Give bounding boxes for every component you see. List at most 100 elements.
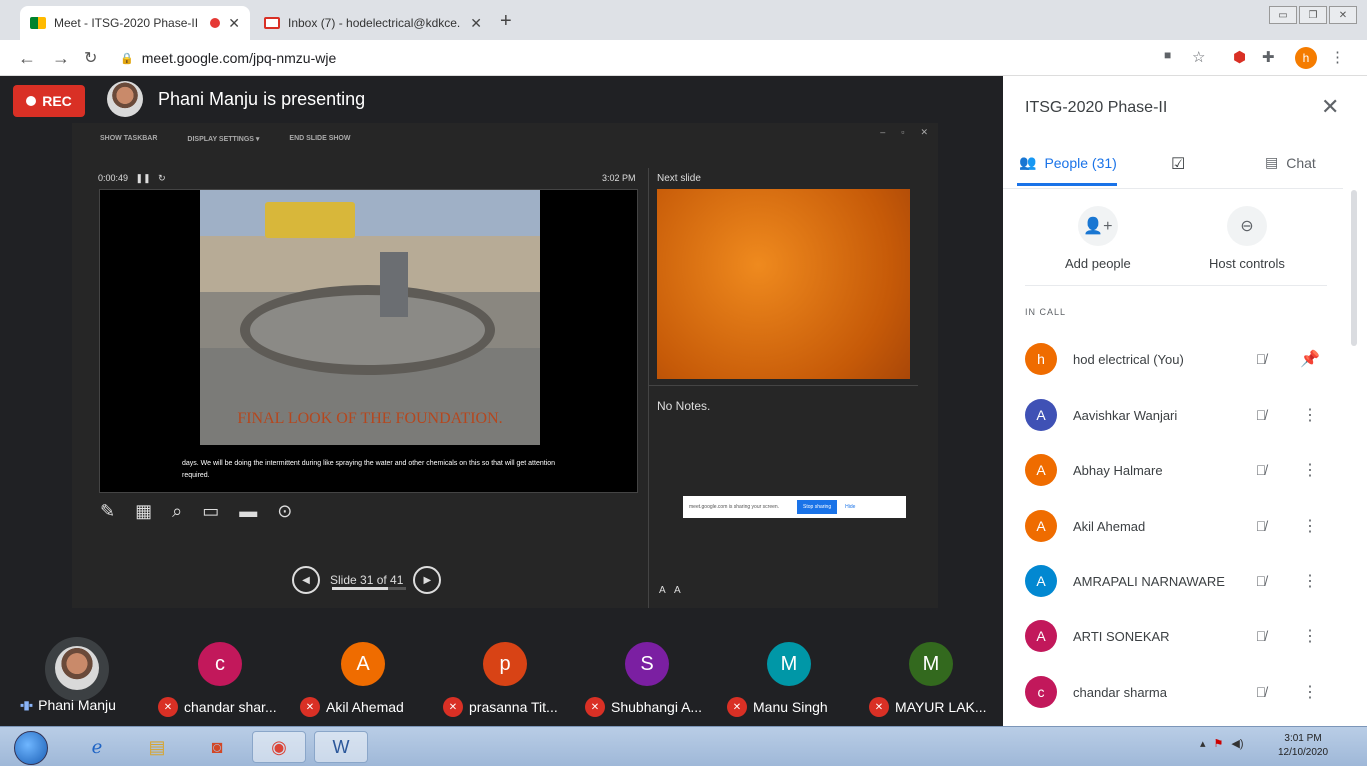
participant-strip: ▪▮▪ Phani Manju c ✕ chandar shar... A ✕ …: [0, 608, 1003, 726]
mic-off-icon[interactable]: 🎙̸: [1249, 573, 1273, 589]
close-icon[interactable]: ✕: [920, 127, 928, 138]
more-options-icon[interactable]: ⋮: [1295, 460, 1325, 480]
mic-off-icon[interactable]: 🎙̸: [1249, 407, 1273, 423]
more-options-icon[interactable]: ⋮: [1295, 405, 1325, 425]
notes-font-size-buttons[interactable]: A A: [659, 585, 681, 596]
show-hidden-icons-icon[interactable]: ▴: [1200, 737, 1206, 750]
show-taskbar-button[interactable]: SHOW TASKBAR: [100, 135, 157, 143]
pin-icon[interactable]: 📌: [1295, 349, 1325, 369]
participant-avatar: M: [909, 642, 953, 686]
network-icon[interactable]: ⚑: [1214, 737, 1224, 750]
participant-avatar: A: [1025, 620, 1057, 652]
new-tab-button[interactable]: +: [500, 10, 512, 33]
pen-icon[interactable]: ✎: [100, 501, 115, 522]
black-screen-icon[interactable]: ▭: [202, 501, 219, 522]
mic-off-icon[interactable]: 🎙̸: [1249, 351, 1273, 367]
mic-off-icon[interactable]: 🎙̸: [1249, 684, 1273, 700]
close-window-button[interactable]: ✕: [1329, 6, 1357, 24]
close-panel-icon[interactable]: ✕: [1321, 94, 1339, 120]
mic-off-icon: ✕: [443, 697, 463, 717]
profile-avatar[interactable]: h: [1295, 47, 1317, 69]
zoom-icon[interactable]: ⌕: [172, 501, 182, 522]
subtitles-icon[interactable]: ▬: [239, 501, 257, 522]
mic-off-icon[interactable]: 🎙̸: [1249, 518, 1273, 534]
participant-row[interactable]: A Aavishkar Wanjari 🎙̸ ⋮: [1025, 395, 1325, 435]
more-options-icon[interactable]: ⊙: [277, 501, 292, 522]
close-tab-icon[interactable]: ✕: [470, 15, 482, 32]
word-icon[interactable]: W: [314, 731, 368, 763]
participant-tile[interactable]: c: [198, 642, 242, 686]
bookmark-star-icon[interactable]: ☆: [1192, 48, 1205, 66]
tab-inbox[interactable]: Inbox (7) - hodelectrical@kdkce. ✕: [254, 6, 492, 40]
more-options-icon[interactable]: ⋮: [1295, 571, 1325, 591]
back-icon[interactable]: ←: [18, 48, 36, 69]
participant-tile[interactable]: p: [483, 642, 527, 686]
next-slide-button[interactable]: ▶: [413, 566, 442, 594]
pause-icon[interactable]: ❚❚: [131, 173, 156, 183]
timer-value: 0:00:49: [98, 173, 129, 183]
stop-sharing-button[interactable]: Stop sharing: [797, 500, 838, 514]
participant-row[interactable]: A Abhay Halmare 🎙̸ ⋮: [1025, 450, 1325, 490]
recording-icon: [210, 18, 221, 28]
previous-slide-button[interactable]: ◀: [292, 566, 320, 594]
extensions-puzzle-icon[interactable]: ✚: [1262, 48, 1275, 66]
participant-tile[interactable]: S: [625, 642, 669, 686]
more-options-icon[interactable]: ⋮: [1295, 626, 1325, 646]
participant-row[interactable]: A ARTI SONEKAR 🎙̸ ⋮: [1025, 616, 1325, 656]
participant-tile[interactable]: M: [767, 642, 811, 686]
end-slide-show-button[interactable]: END SLIDE SHOW: [289, 135, 350, 143]
restore-icon[interactable]: ▫: [901, 127, 904, 138]
tab-meet[interactable]: Meet - ITSG-2020 Phase-II ✕: [20, 6, 250, 40]
volume-icon[interactable]: ◀): [1231, 737, 1243, 750]
participant-label: MAYUR LAK...: [895, 699, 987, 715]
restart-icon[interactable]: ↻: [158, 173, 166, 183]
slideshow-window-controls: – ▫ ✕: [880, 127, 928, 138]
participant-tile[interactable]: M: [909, 642, 953, 686]
chrome-icon[interactable]: ◉: [252, 731, 306, 763]
add-people-button[interactable]: 👤+ Add people: [1065, 206, 1131, 271]
extension-icon[interactable]: ⬢: [1233, 48, 1246, 66]
minimize-icon[interactable]: –: [880, 127, 885, 138]
start-button[interactable]: [14, 731, 48, 765]
participant-avatar: h: [1025, 343, 1057, 375]
powerpoint-icon[interactable]: ◙: [190, 731, 244, 763]
participant-row[interactable]: h hod electrical (You) 🎙̸ 📌: [1025, 339, 1325, 379]
presenter-tile-avatar[interactable]: [45, 637, 109, 701]
panel-scrollbar[interactable]: [1351, 190, 1357, 346]
display-settings-button[interactable]: DISPLAY SETTINGS ▾: [187, 135, 259, 143]
minimize-button[interactable]: ▭: [1269, 6, 1297, 24]
hide-button[interactable]: Hide: [845, 504, 855, 510]
tab-activities[interactable]: ☑: [1171, 154, 1185, 174]
rec-label: REC: [42, 93, 72, 109]
close-tab-icon[interactable]: ✕: [228, 15, 240, 32]
participant-row[interactable]: A AMRAPALI NARNAWARE 🎙̸ ⋮: [1025, 561, 1325, 601]
mic-off-icon[interactable]: 🎙̸: [1249, 628, 1273, 644]
current-slide: FINAL LOOK OF THE FOUNDATION. days. We w…: [99, 189, 638, 493]
slides-grid-icon[interactable]: ▦: [135, 501, 152, 522]
restore-button[interactable]: ❐: [1299, 6, 1327, 24]
excavator-shape: [265, 202, 355, 238]
slide-clock: 3:02 PM: [602, 173, 636, 183]
participant-avatar: c: [1025, 676, 1057, 708]
participant-row[interactable]: A Akil Ahemad 🎙̸ ⋮: [1025, 506, 1325, 546]
address-bar[interactable]: 🔒 meet.google.com/jpq-nmzu-wje: [120, 45, 1140, 71]
participant-label: Phani Manju: [38, 697, 116, 713]
tab-chat[interactable]: ▤ Chat: [1265, 154, 1316, 171]
chrome-menu-icon[interactable]: ⋮: [1330, 48, 1345, 66]
participant-tile[interactable]: A: [341, 642, 385, 686]
tab-people[interactable]: 👥 People (31): [1019, 154, 1117, 171]
participant-name: ✕ chandar shar...: [158, 697, 277, 717]
file-explorer-icon[interactable]: ▤: [130, 731, 184, 763]
meet-favicon-icon: [30, 17, 46, 29]
forward-icon[interactable]: →: [52, 48, 70, 69]
participant-row[interactable]: c chandar sharma 🎙̸ ⋮: [1025, 672, 1325, 712]
internet-explorer-icon[interactable]: ℯ: [70, 731, 124, 763]
reload-icon[interactable]: ↻: [84, 48, 97, 68]
more-options-icon[interactable]: ⋮: [1295, 516, 1325, 536]
participant-label: prasanna Tit...: [469, 699, 558, 715]
camera-icon[interactable]: ■: [1164, 48, 1171, 62]
more-options-icon[interactable]: ⋮: [1295, 682, 1325, 702]
taskbar-clock[interactable]: 3:01 PM 12/10/2020: [1278, 732, 1328, 760]
mic-off-icon[interactable]: 🎙̸: [1249, 462, 1273, 478]
host-controls-button[interactable]: ⊖ Host controls: [1209, 206, 1285, 271]
